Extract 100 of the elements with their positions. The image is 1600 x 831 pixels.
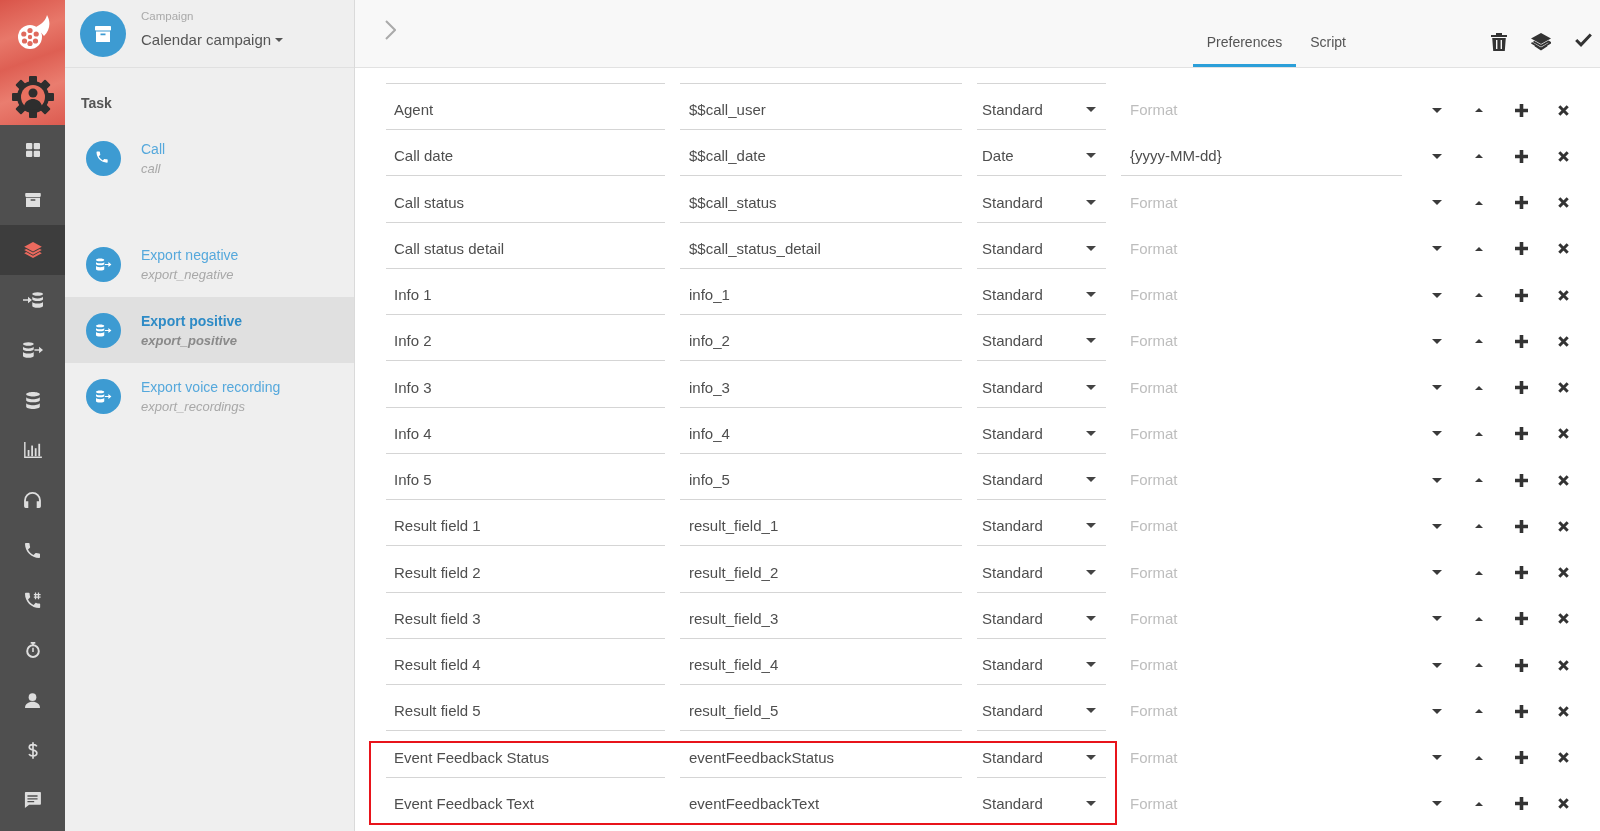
- caret-down-icon[interactable]: [1432, 616, 1442, 622]
- type-select[interactable]: Standard: [977, 737, 1106, 778]
- name-field[interactable]: Result field 2: [386, 552, 665, 593]
- cross-icon[interactable]: [1557, 659, 1569, 671]
- caret-down-icon[interactable]: [1432, 200, 1442, 205]
- value-field[interactable]: result_field_3: [680, 598, 962, 639]
- cross-icon[interactable]: [1557, 613, 1569, 625]
- caret-down-icon[interactable]: [1432, 523, 1442, 529]
- value-field[interactable]: $$call_status_detail: [680, 228, 962, 269]
- trash-icon[interactable]: [1491, 33, 1507, 51]
- caret-down-icon[interactable]: [1432, 385, 1442, 390]
- caret-up-icon[interactable]: [1475, 755, 1483, 760]
- value-field[interactable]: result_field_5: [680, 691, 962, 732]
- name-field[interactable]: Result field 1: [386, 506, 665, 547]
- type-select[interactable]: Standard: [977, 506, 1106, 547]
- caret-down-icon[interactable]: [1432, 708, 1442, 714]
- format-field[interactable]: {yyyy-MM-dd}: [1121, 136, 1402, 177]
- plus-icon[interactable]: [1514, 288, 1528, 302]
- caret-up-icon[interactable]: [1475, 616, 1483, 621]
- plus-icon[interactable]: [1514, 566, 1528, 579]
- type-select[interactable]: Standard: [977, 182, 1106, 223]
- name-field[interactable]: Call status: [386, 182, 665, 223]
- caret-up-icon[interactable]: [1475, 200, 1483, 205]
- plus-icon[interactable]: [1514, 473, 1528, 487]
- caret-up-icon[interactable]: [1475, 524, 1483, 529]
- name-field[interactable]: Info 5: [386, 460, 665, 500]
- tab[interactable]: Preferences: [1192, 0, 1297, 67]
- type-select[interactable]: Date: [977, 136, 1106, 177]
- gear-avatar-icon[interactable]: [11, 76, 54, 118]
- name-field[interactable]: Info 4: [386, 413, 665, 454]
- cross-icon[interactable]: [1557, 567, 1569, 578]
- name-field[interactable]: Call status detail: [386, 228, 665, 269]
- cross-icon[interactable]: [1557, 243, 1569, 255]
- value-field[interactable]: info_4: [680, 413, 962, 454]
- caret-up-icon[interactable]: [1475, 154, 1483, 159]
- caret-down-icon[interactable]: [1432, 662, 1442, 668]
- value-field[interactable]: result_field_1: [680, 506, 962, 547]
- plus-icon[interactable]: [1514, 427, 1528, 441]
- plus-icon[interactable]: [1514, 797, 1528, 811]
- plus-icon[interactable]: [1514, 334, 1528, 348]
- name-field[interactable]: Call date: [386, 136, 665, 177]
- plus-icon[interactable]: [1514, 751, 1528, 764]
- cross-icon[interactable]: [1557, 428, 1569, 440]
- cross-icon[interactable]: [1557, 798, 1569, 810]
- name-field[interactable]: Result field 5: [386, 691, 665, 732]
- name-field[interactable]: Info 3: [386, 367, 665, 408]
- type-select[interactable]: Standard: [977, 783, 1106, 824]
- caret-up-icon[interactable]: [1475, 246, 1483, 251]
- name-field[interactable]: Info 2: [386, 321, 665, 362]
- value-field[interactable]: $$call_status: [680, 182, 962, 223]
- cross-icon[interactable]: [1557, 752, 1569, 763]
- value-field[interactable]: info_2: [680, 321, 962, 362]
- type-select[interactable]: Standard: [977, 598, 1106, 639]
- caret-down-icon[interactable]: [1432, 431, 1442, 437]
- cross-icon[interactable]: [1557, 104, 1569, 116]
- value-field[interactable]: result_field_2: [680, 552, 962, 593]
- campaign-dropdown[interactable]: Calendar campaign: [141, 31, 284, 49]
- cross-icon[interactable]: [1557, 520, 1569, 532]
- nav-button[interactable]: [0, 225, 65, 275]
- type-select[interactable]: Standard: [977, 275, 1106, 315]
- caret-up-icon[interactable]: [1475, 570, 1483, 575]
- cross-icon[interactable]: [1557, 382, 1569, 393]
- caret-down-icon[interactable]: [1432, 292, 1442, 298]
- cross-icon[interactable]: [1557, 197, 1569, 208]
- type-select[interactable]: Standard: [977, 321, 1106, 362]
- plus-icon[interactable]: [1514, 704, 1528, 718]
- type-select[interactable]: Standard: [977, 367, 1106, 408]
- type-select[interactable]: Standard: [977, 90, 1106, 130]
- caret-down-icon[interactable]: [1432, 153, 1442, 159]
- check-icon[interactable]: [1575, 33, 1592, 47]
- plus-icon[interactable]: [1514, 242, 1528, 256]
- tab[interactable]: Script: [1296, 0, 1360, 67]
- cross-icon[interactable]: [1557, 335, 1569, 347]
- name-field[interactable]: Result field 3: [386, 598, 665, 639]
- value-field[interactable]: info_1: [680, 275, 962, 315]
- caret-down-icon[interactable]: [1432, 570, 1442, 575]
- value-field[interactable]: result_field_4: [680, 645, 962, 685]
- caret-up-icon[interactable]: [1475, 108, 1483, 112]
- type-select[interactable]: Standard: [977, 228, 1106, 269]
- plus-icon[interactable]: [1514, 381, 1528, 394]
- cross-icon[interactable]: [1557, 289, 1569, 301]
- type-select[interactable]: Standard: [977, 413, 1106, 454]
- caret-up-icon[interactable]: [1475, 293, 1483, 297]
- caret-up-icon[interactable]: [1475, 385, 1483, 390]
- plus-icon[interactable]: [1514, 519, 1528, 533]
- plus-icon[interactable]: [1514, 103, 1528, 117]
- plus-icon[interactable]: [1514, 149, 1528, 163]
- caret-up-icon[interactable]: [1475, 709, 1483, 714]
- name-field[interactable]: Result field 4: [386, 645, 665, 685]
- value-field[interactable]: eventFeedbackText: [680, 783, 962, 824]
- value-field[interactable]: info_5: [680, 460, 962, 500]
- value-field[interactable]: info_3: [680, 367, 962, 408]
- caret-down-icon[interactable]: [1432, 246, 1442, 252]
- caret-down-icon[interactable]: [1432, 477, 1442, 483]
- plus-icon[interactable]: [1514, 196, 1528, 209]
- name-field[interactable]: Event Feedback Text: [386, 783, 665, 824]
- type-select[interactable]: Standard: [977, 691, 1106, 732]
- name-field[interactable]: Event Feedback Status: [386, 737, 665, 778]
- cross-icon[interactable]: [1557, 705, 1569, 717]
- name-field[interactable]: Info 1: [386, 275, 665, 315]
